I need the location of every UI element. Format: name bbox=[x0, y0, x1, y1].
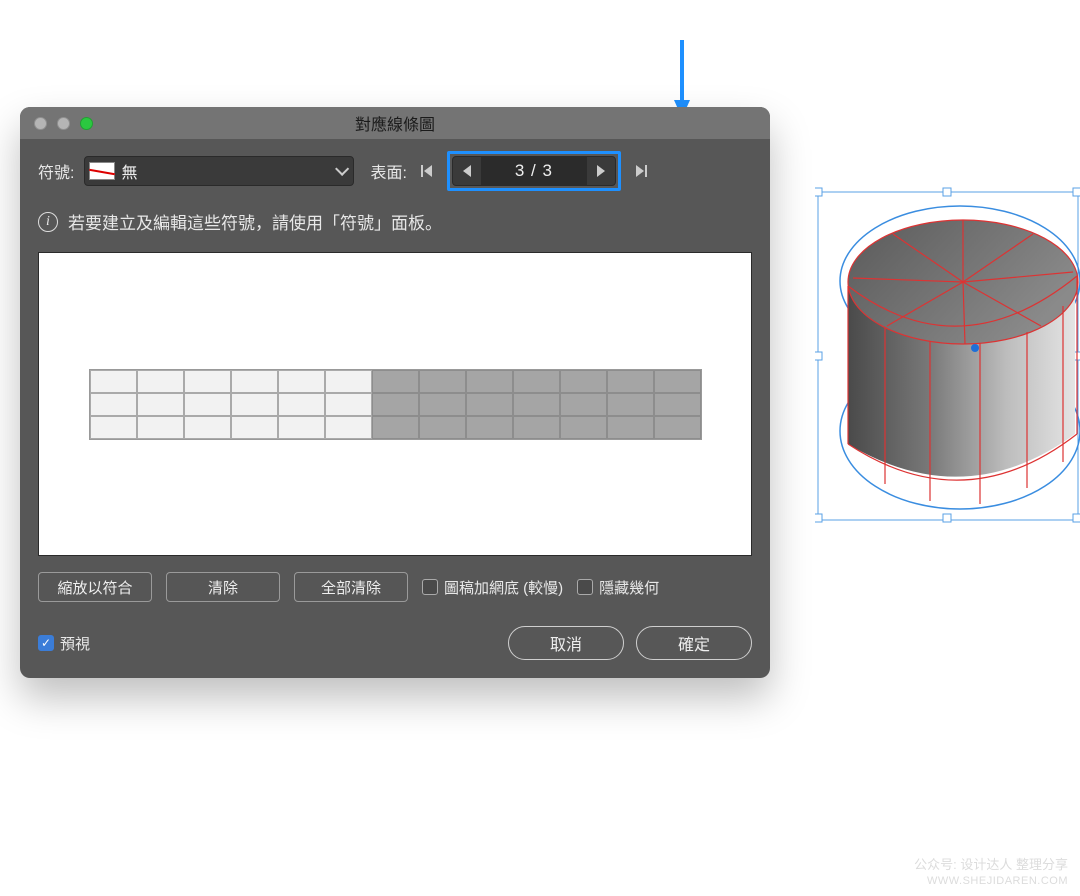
grid-cell-hidden bbox=[419, 416, 466, 439]
checkbox-icon bbox=[577, 579, 593, 595]
grid-cell-hidden bbox=[419, 370, 466, 393]
map-art-dialog: 對應線條圖 符號: 無 表面: 3 / 3 bbox=[20, 107, 770, 678]
symbol-dropdown[interactable]: 無 bbox=[84, 156, 354, 186]
checkbox-checked-icon: ✓ bbox=[38, 635, 54, 651]
grid-cell-hidden bbox=[560, 370, 607, 393]
grid-cell-visible bbox=[184, 393, 231, 416]
symbol-label: 符號: bbox=[38, 159, 74, 183]
shade-artwork-checkbox[interactable]: 圖稿加網底 (較慢) bbox=[422, 577, 563, 598]
grid-cell-hidden bbox=[466, 370, 513, 393]
watermark-line1: 公众号: 设计达人 整理分享 bbox=[914, 857, 1068, 874]
surface-stepper: 3 / 3 bbox=[452, 156, 616, 186]
grid-cell-hidden bbox=[372, 393, 419, 416]
ok-button[interactable]: 確定 bbox=[636, 626, 752, 660]
grid-cell-hidden bbox=[466, 393, 513, 416]
last-surface-button[interactable] bbox=[629, 156, 653, 186]
clear-all-button[interactable]: 全部清除 bbox=[294, 572, 408, 602]
grid-cell-hidden bbox=[607, 393, 654, 416]
next-surface-button[interactable] bbox=[587, 157, 615, 185]
grid-cell-visible bbox=[90, 393, 137, 416]
preview-label: 預視 bbox=[60, 633, 90, 654]
info-row: i 若要建立及編輯這些符號，請使用「符號」面板。 bbox=[38, 209, 752, 234]
watermark: 公众号: 设计达人 整理分享 WWW.SHEJIDAREN.COM bbox=[914, 857, 1068, 888]
grid-cell-visible bbox=[137, 370, 184, 393]
grid-cell-visible bbox=[325, 416, 372, 439]
grid-cell-hidden bbox=[607, 416, 654, 439]
grid-cell-hidden bbox=[372, 370, 419, 393]
grid-cell-visible bbox=[231, 370, 278, 393]
surface-label: 表面: bbox=[370, 159, 406, 183]
grid-cell-hidden bbox=[654, 393, 701, 416]
grid-cell-hidden bbox=[560, 393, 607, 416]
grid-cell-visible bbox=[184, 370, 231, 393]
grid-cell-visible bbox=[137, 393, 184, 416]
window-controls bbox=[34, 117, 93, 130]
grid-row bbox=[90, 370, 701, 393]
hide-geometry-label: 隱藏幾何 bbox=[599, 577, 659, 598]
grid-cell-visible bbox=[184, 416, 231, 439]
grid-cell-hidden bbox=[372, 416, 419, 439]
grid-cell-visible bbox=[90, 370, 137, 393]
grid-cell-hidden bbox=[513, 416, 560, 439]
zoom-button[interactable] bbox=[80, 117, 93, 130]
grid-cell-hidden bbox=[654, 370, 701, 393]
grid-cell-hidden bbox=[654, 416, 701, 439]
grid-cell-hidden bbox=[607, 370, 654, 393]
watermark-line2: WWW.SHEJIDAREN.COM bbox=[914, 874, 1068, 888]
none-swatch-icon bbox=[89, 162, 115, 180]
grid-cell-visible bbox=[137, 416, 184, 439]
grid-cell-visible bbox=[231, 393, 278, 416]
grid-row bbox=[90, 393, 701, 416]
cancel-button[interactable]: 取消 bbox=[508, 626, 624, 660]
titlebar: 對應線條圖 bbox=[20, 107, 770, 139]
viewport-3d-object bbox=[815, 186, 1080, 526]
grid-cell-hidden bbox=[466, 416, 513, 439]
checkbox-icon bbox=[422, 579, 438, 595]
hide-geometry-checkbox[interactable]: 隱藏幾何 bbox=[577, 577, 659, 598]
first-surface-button[interactable] bbox=[415, 156, 439, 186]
clear-button[interactable]: 清除 bbox=[166, 572, 280, 602]
grid-cell-visible bbox=[325, 393, 372, 416]
grid-cell-hidden bbox=[513, 393, 560, 416]
chevron-down-icon bbox=[336, 162, 350, 176]
grid-cell-visible bbox=[278, 393, 325, 416]
grid-cell-visible bbox=[231, 416, 278, 439]
symbol-value: 無 bbox=[121, 159, 329, 183]
preview-checkbox[interactable]: ✓ 預視 bbox=[38, 633, 90, 654]
grid-cell-visible bbox=[278, 416, 325, 439]
minimize-button[interactable] bbox=[57, 117, 70, 130]
grid-cell-hidden bbox=[560, 416, 607, 439]
grid-cell-visible bbox=[325, 370, 372, 393]
grid-cell-hidden bbox=[513, 370, 560, 393]
info-text: 若要建立及編輯這些符號，請使用「符號」面板。 bbox=[68, 209, 442, 234]
surface-highlight: 3 / 3 bbox=[447, 151, 621, 191]
preview-area bbox=[38, 252, 752, 556]
shade-artwork-label: 圖稿加網底 (較慢) bbox=[444, 577, 563, 598]
dialog-title: 對應線條圖 bbox=[20, 111, 770, 135]
grid-cell-visible bbox=[278, 370, 325, 393]
grid-cell-hidden bbox=[419, 393, 466, 416]
info-icon: i bbox=[38, 212, 58, 232]
grid-row bbox=[90, 416, 701, 439]
scale-to-fit-button[interactable]: 縮放以符合 bbox=[38, 572, 152, 602]
surface-page-display: 3 / 3 bbox=[481, 157, 587, 185]
close-button[interactable] bbox=[34, 117, 47, 130]
grid-cell-visible bbox=[90, 416, 137, 439]
surface-map-grid bbox=[89, 369, 702, 440]
prev-surface-button[interactable] bbox=[453, 157, 481, 185]
